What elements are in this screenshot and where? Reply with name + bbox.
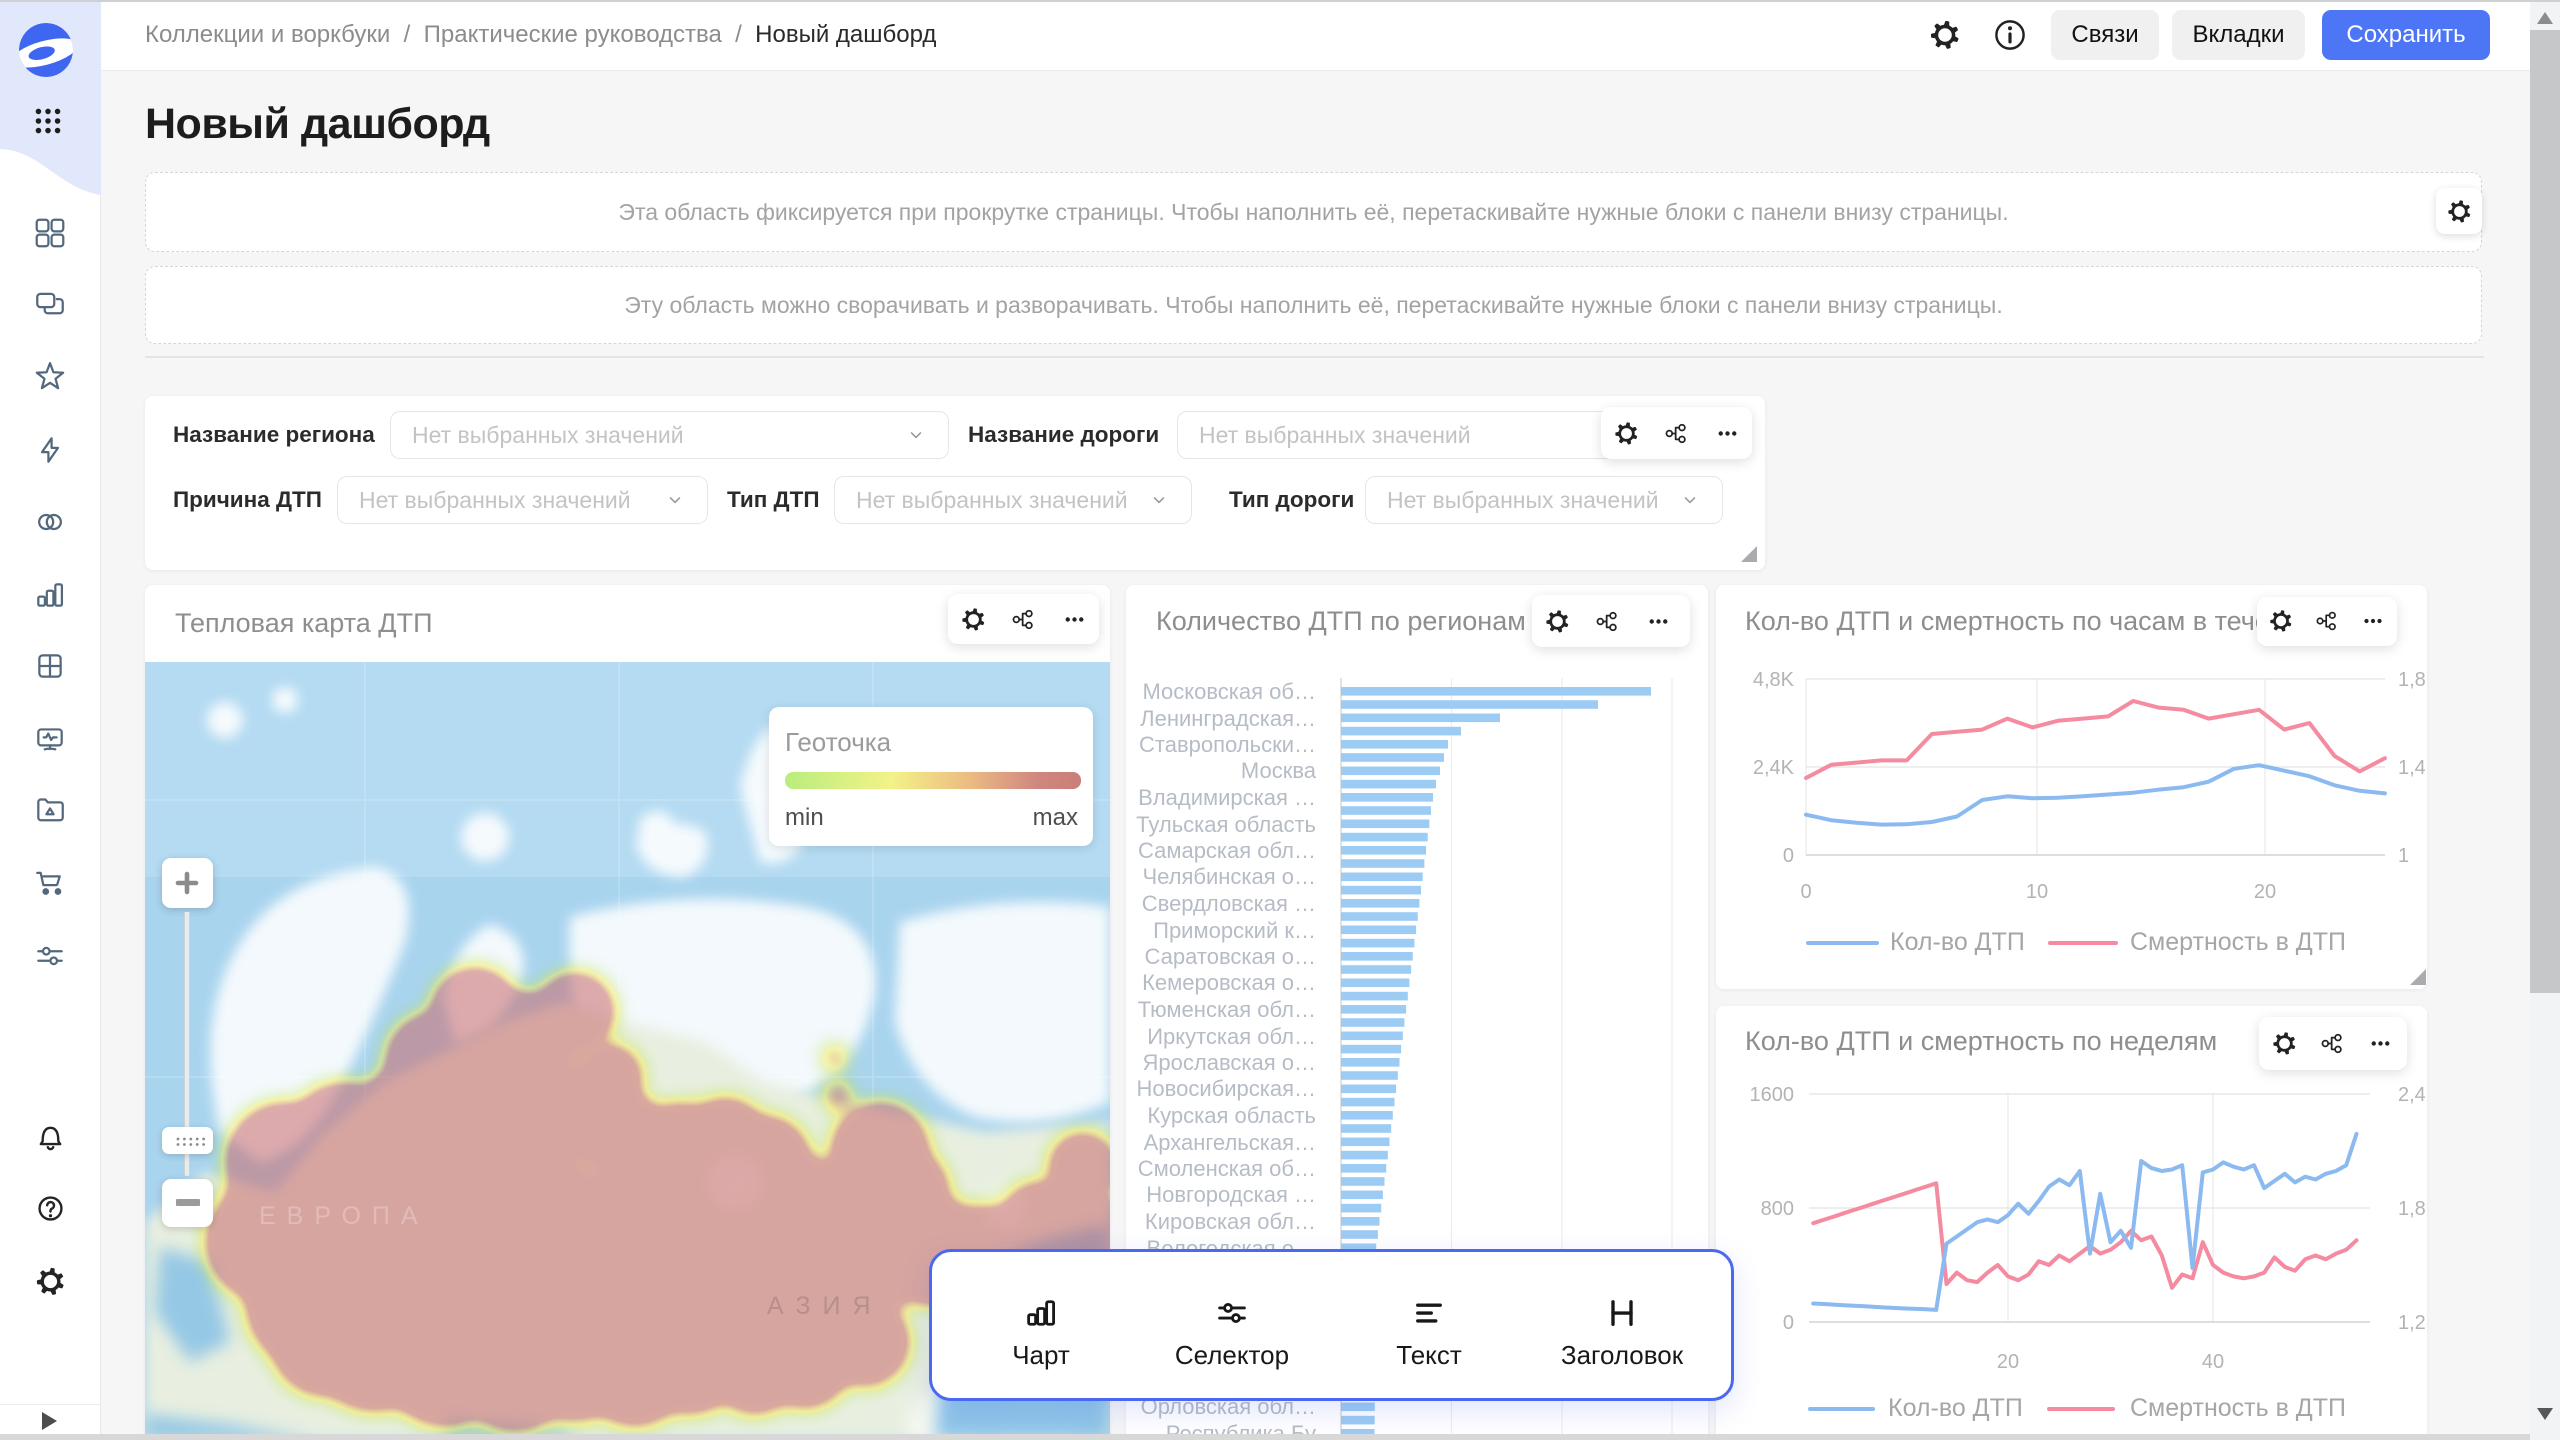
svg-text:Новгородская …: Новгородская …: [1146, 1182, 1316, 1207]
svg-text:20: 20: [2254, 881, 2276, 903]
svg-text:Смоленская об…: Смоленская об…: [1138, 1156, 1316, 1181]
svg-text:Самарская обл…: Самарская обл…: [1138, 838, 1316, 863]
svg-text:Московская об…: Московская об…: [1142, 679, 1316, 704]
svg-text:Тюменская обл…: Тюменская обл…: [1138, 997, 1316, 1022]
svg-text:20: 20: [1997, 1351, 2019, 1373]
svg-text:2,4: 2,4: [2398, 1084, 2426, 1106]
svg-text:Кемеровская о…: Кемеровская о…: [1142, 970, 1316, 995]
svg-text:ЕВРОПА: ЕВРОПА: [259, 1202, 429, 1230]
svg-text:10: 10: [2026, 881, 2048, 903]
svg-text:Владимирская …: Владимирская …: [1138, 785, 1316, 810]
svg-text:0: 0: [1800, 881, 1811, 903]
svg-text:1,4: 1,4: [2398, 757, 2426, 779]
svg-text:1,8: 1,8: [2398, 669, 2426, 691]
svg-text:Иркутская обл…: Иркутская обл…: [1147, 1024, 1316, 1049]
svg-text:2,4K: 2,4K: [1753, 757, 1795, 779]
svg-text:АЗИЯ: АЗИЯ: [767, 1292, 883, 1320]
svg-text:1,8: 1,8: [2398, 1198, 2426, 1220]
svg-text:0: 0: [1783, 845, 1794, 867]
svg-text:Кировская обл…: Кировская обл…: [1145, 1209, 1316, 1234]
svg-text:800: 800: [1761, 1198, 1794, 1220]
svg-text:Ленинградская…: Ленинградская…: [1140, 706, 1316, 731]
svg-text:Ярославская о…: Ярославская о…: [1143, 1050, 1316, 1075]
svg-text:4,8K: 4,8K: [1753, 669, 1795, 691]
svg-text:Челябинская о…: Челябинская о…: [1142, 864, 1316, 889]
svg-text:0: 0: [1783, 1312, 1794, 1334]
svg-text:Приморский к…: Приморский к…: [1153, 918, 1316, 943]
svg-text:Москва: Москва: [1241, 758, 1317, 783]
svg-text:Ставропольски…: Ставропольски…: [1139, 732, 1316, 757]
svg-text:Тульская область: Тульская область: [1136, 812, 1316, 837]
svg-text:Саратовская о…: Саратовская о…: [1145, 944, 1316, 969]
svg-text:1: 1: [2398, 845, 2409, 867]
svg-text:Свердловская …: Свердловская …: [1142, 891, 1316, 916]
svg-text:Новосибирская…: Новосибирская…: [1137, 1076, 1316, 1101]
svg-text:1600: 1600: [1750, 1084, 1795, 1106]
svg-text:1,2: 1,2: [2398, 1312, 2426, 1334]
svg-text:Курская область: Курская область: [1147, 1103, 1316, 1128]
svg-text:Архангельская…: Архангельская…: [1144, 1130, 1316, 1155]
svg-text:40: 40: [2202, 1351, 2224, 1373]
